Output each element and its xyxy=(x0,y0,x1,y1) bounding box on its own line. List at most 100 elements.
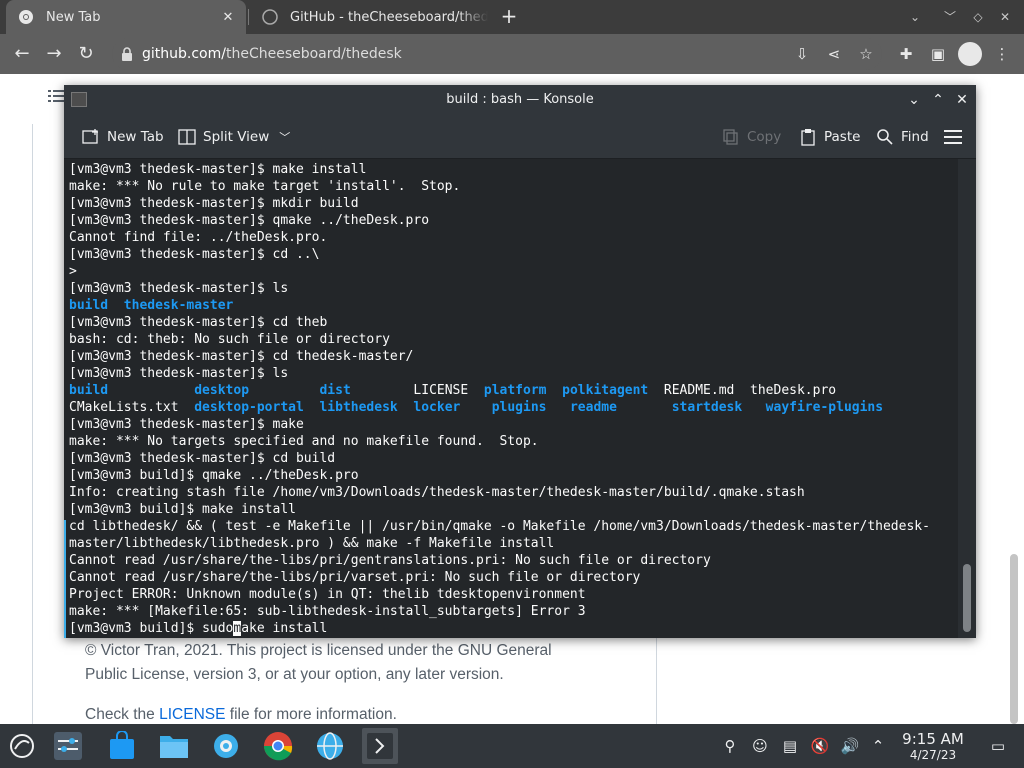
dir-entry: startdesk xyxy=(671,400,743,415)
terminal-line: make: *** [Makefile:65: sub-libthedesk-i… xyxy=(69,604,586,619)
chrome-taskbar-icon[interactable] xyxy=(260,728,296,764)
minimize-icon[interactable]: ⌄ xyxy=(904,90,924,110)
terminal-line: [vm3@vm3 thedesk-master]$ cd theb xyxy=(69,315,328,330)
dir-entry: dist xyxy=(319,383,351,398)
browser-tab-strip: New Tab ✕ GitHub - theCheeseboard/thedes… xyxy=(0,0,1024,34)
address-bar[interactable]: github.com/theCheeseboard/thedesk xyxy=(112,38,882,70)
url-text: github.com/theCheeseboard/thedesk xyxy=(142,46,402,62)
ls-output: build thedesk-master xyxy=(69,297,233,314)
show-desktop-icon[interactable]: ▭ xyxy=(988,736,1008,756)
browser-globe-icon[interactable] xyxy=(312,728,348,764)
store-icon[interactable] xyxy=(104,728,140,764)
terminal-line: [vm3@vm3 thedesk-master]$ ls xyxy=(69,366,289,381)
file-manager-icon[interactable] xyxy=(156,728,192,764)
share-icon[interactable]: ⋖ xyxy=(822,42,846,66)
lock-icon xyxy=(120,46,134,62)
chevron-up-icon[interactable]: ⌃ xyxy=(868,736,888,756)
taskbar: ⚲ ☺ ▤ 🔇 🔊 ⌃ 9:15 AM 4/27/23 ▭ xyxy=(0,724,1024,768)
typed-command: sudo xyxy=(202,621,234,636)
accessibility-icon[interactable]: ☺ xyxy=(750,736,770,756)
terminal-line: [vm3@vm3 thedesk-master]$ make xyxy=(69,417,304,432)
install-app-icon[interactable]: ⇩ xyxy=(790,42,814,66)
scrollbar-thumb[interactable] xyxy=(963,564,971,632)
file-entry: README.md xyxy=(663,383,735,398)
bookmark-star-icon[interactable]: ☆ xyxy=(854,42,878,66)
license-link[interactable]: LICENSE xyxy=(159,706,225,723)
window-title: build : bash — Konsole xyxy=(446,92,594,107)
maximize-icon[interactable]: ◇ xyxy=(968,7,988,27)
app-launcher-icon[interactable] xyxy=(4,728,40,764)
reload-icon[interactable]: ↻ xyxy=(74,42,98,66)
terminal-line: Cannot read /usr/share/the-libs/pri/vars… xyxy=(69,570,641,585)
volume-icon[interactable]: 🔊 xyxy=(840,736,860,756)
terminal-line: [vm3@vm3 thedesk-master]$ cd thedesk-mas… xyxy=(69,349,414,364)
terminal-line: [vm3@vm3 build]$ make install xyxy=(69,502,296,517)
dir-entry: plugins xyxy=(491,400,547,415)
paste-icon xyxy=(801,129,815,146)
close-icon[interactable]: ✕ xyxy=(952,90,972,110)
extensions-icon[interactable]: ✚ xyxy=(894,42,918,66)
file-entry: CMakeLists.txt xyxy=(69,400,179,415)
user-icon[interactable]: ⚲ xyxy=(720,736,740,756)
tab-title: New Tab xyxy=(46,9,101,25)
terminal-output[interactable]: [vm3@vm3 thedesk-master]$ make install m… xyxy=(64,159,958,638)
clipboard-icon[interactable]: ▤ xyxy=(780,736,800,756)
terminal-line: [vm3@vm3 build]$ qmake ../theDesk.pro xyxy=(69,468,359,483)
dir-entry: desktop-portal xyxy=(194,400,304,415)
tab-search-icon[interactable]: ⌄ xyxy=(905,7,925,27)
side-panel-icon[interactable]: ▣ xyxy=(926,42,950,66)
license-line: © Victor Tran, 2021. This project is lic… xyxy=(85,642,552,659)
paste-button[interactable]: Paste xyxy=(799,127,860,147)
prompt: [vm3@vm3 build]$ xyxy=(69,621,203,636)
terminal-line: [vm3@vm3 thedesk-master]$ cd ..\ xyxy=(69,247,320,262)
system-settings-icon[interactable] xyxy=(50,728,86,764)
terminal-line: Info: creating stash file /home/vm3/Down… xyxy=(69,485,805,500)
page-divider xyxy=(32,124,33,724)
dir-entry: desktop xyxy=(194,383,250,398)
hamburger-menu-icon[interactable] xyxy=(944,127,962,147)
tab-github[interactable]: GitHub - theCheeseboard/thedesk xyxy=(250,0,488,34)
dir-entry: readme xyxy=(569,400,617,415)
konsole-titlebar[interactable]: build : bash — Konsole ⌄ ⌃ ✕ xyxy=(64,85,976,115)
dir-entry: platform xyxy=(483,383,547,398)
terminal-line: master/libthedesk/libthedesk.pro ) && ma… xyxy=(69,536,555,551)
audio-muted-icon[interactable]: 🔇 xyxy=(810,736,830,756)
terminal-line: cd libthedesk/ && ( test -e Makefile || … xyxy=(69,519,930,534)
maximize-icon[interactable]: ⌃ xyxy=(928,90,948,110)
profile-avatar[interactable] xyxy=(958,42,982,66)
command-prompt-line[interactable]: [vm3@vm3 build]$ sudomake install xyxy=(69,620,327,637)
minimize-icon[interactable]: ﹀ xyxy=(940,7,960,27)
terminal-line: [vm3@vm3 thedesk-master]$ cd build xyxy=(69,451,336,466)
tab-new-tab[interactable]: New Tab ✕ xyxy=(6,0,246,34)
new-tab-button[interactable]: New Tab xyxy=(82,127,164,147)
terminal-line: [vm3@vm3 thedesk-master]$ make install xyxy=(69,162,367,177)
clock-date[interactable]: 4/27/23 xyxy=(890,748,976,762)
close-window-icon[interactable]: ✕ xyxy=(995,7,1015,27)
page-scrollbar[interactable] xyxy=(1010,554,1018,724)
browser-toolbar: ← → ↻ github.com/theCheeseboard/thedesk … xyxy=(0,34,1024,74)
konsole-taskbar-icon[interactable] xyxy=(362,728,398,764)
konsole-window: build : bash — Konsole ⌄ ⌃ ✕ New Tab Spl… xyxy=(64,85,976,638)
terminal-scrollbar[interactable] xyxy=(958,159,976,638)
close-tab-icon[interactable]: ✕ xyxy=(218,7,238,27)
terminal-line: Project ERROR: Unknown module(s) in QT: … xyxy=(69,587,586,602)
find-button[interactable]: Find xyxy=(876,127,929,147)
terminal-line: [vm3@vm3 thedesk-master]$ ls xyxy=(69,281,289,296)
new-tab-button[interactable]: + xyxy=(497,5,521,29)
copy-button[interactable]: Copy xyxy=(722,127,781,147)
forward-icon[interactable]: → xyxy=(42,42,66,66)
chrome-icon xyxy=(18,9,34,25)
clock-time[interactable]: 9:15 AM xyxy=(890,730,976,748)
split-view-button[interactable]: Split View ﹀ xyxy=(178,127,290,147)
github-icon xyxy=(262,9,278,25)
menu-kebab-icon[interactable]: ⋮ xyxy=(990,42,1014,66)
tab-divider xyxy=(248,9,249,25)
terminal-line: Cannot find file: ../theDesk.pro. xyxy=(69,230,328,245)
typed-command: ake install xyxy=(241,621,328,636)
terminal-line: [vm3@vm3 thedesk-master]$ qmake ../theDe… xyxy=(69,213,430,228)
dir-entry: build xyxy=(69,383,109,398)
dir-entry: build xyxy=(69,298,109,313)
back-icon[interactable]: ← xyxy=(10,42,34,66)
discover-settings-icon[interactable] xyxy=(208,728,244,764)
file-entry: theDesk.pro xyxy=(750,383,837,398)
